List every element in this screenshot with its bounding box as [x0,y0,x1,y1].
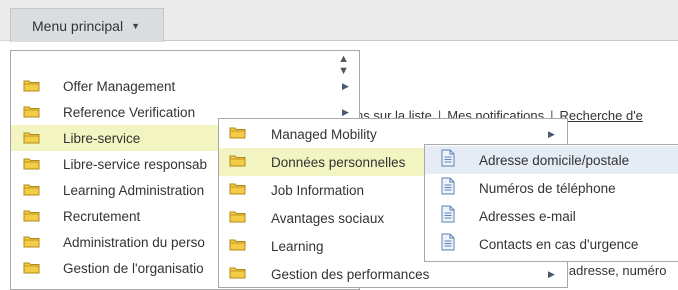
submenu-item-label: Job Information [271,182,365,198]
search-link[interactable]: Recherche d'e [559,108,642,123]
personal-data-item-label: Numéros de téléphone [479,180,616,196]
personal-data-item-label: Adresse domicile/postale [479,152,630,168]
main-menu-item-label: Libre-service responsab [63,156,208,172]
folder-icon [23,105,40,121]
personal-data-item[interactable]: Adresse domicile/postale [425,146,678,174]
folder-icon [229,210,246,226]
folder-icon [23,131,40,147]
main-menu-label: Menu principal [32,17,124,34]
document-icon [441,233,455,254]
main-menu-item-label: Recrutement [63,208,141,224]
main-menu-button[interactable]: Menu principal ▼ [10,8,164,42]
donnees-personnelles-submenu: Adresse domicile/postale Numéros de télép… [424,144,678,262]
submenu-item-label: Avantages sociaux [271,210,385,226]
main-menu-item-label: Reference Verification [63,104,196,120]
submenu-item-label: Managed Mobility [271,126,377,142]
folder-icon [23,183,40,199]
caret-down-icon: ▼ [131,20,140,31]
folder-icon [23,261,40,277]
personal-data-item[interactable]: Numéros de téléphone [425,174,678,202]
main-menu-item-label: Administration du perso [63,234,205,250]
divider [163,40,678,41]
personal-data-item[interactable]: Adresses e-mail [425,202,678,230]
folder-icon [229,126,246,142]
personal-data-item[interactable]: Contacts en cas d'urgence [425,230,678,258]
chevron-right-icon: ▶ [342,80,349,91]
chevron-right-icon: ▶ [548,268,555,279]
page-hint-text: ▶adresse, numéro [556,263,666,278]
submenu-item-label: Données personnelles [271,154,406,170]
page-hint-label: adresse, numéro [568,263,667,278]
folder-icon [23,157,40,173]
main-menu-item-label: Learning Administration [63,182,205,198]
folder-icon [23,235,40,251]
chevron-right-icon: ▶ [548,128,555,139]
main-menu-item-label: Gestion de l'organisatio [63,260,204,276]
submenu-item-label: Gestion des performances [271,266,430,282]
document-icon [441,205,455,226]
chevron-right-icon: ▶ [342,106,349,117]
personal-data-item-label: Contacts en cas d'urgence [479,236,639,252]
main-menu-item-label: Libre-service [63,130,141,146]
folder-icon [229,154,246,170]
folder-icon [23,209,40,225]
folder-icon [229,182,246,198]
folder-icon [229,238,246,254]
main-menu-item-label: Offer Management [63,78,176,94]
document-icon [441,177,455,198]
folder-icon [229,266,246,282]
folder-icon [23,79,40,95]
submenu-item-label: Learning [271,238,324,254]
document-icon [441,149,455,170]
main-menu-item[interactable]: Offer Management ▶ [11,73,359,99]
personal-data-item-label: Adresses e-mail [479,208,576,224]
submenu-item[interactable]: Gestion des performances ▶ [219,260,567,288]
